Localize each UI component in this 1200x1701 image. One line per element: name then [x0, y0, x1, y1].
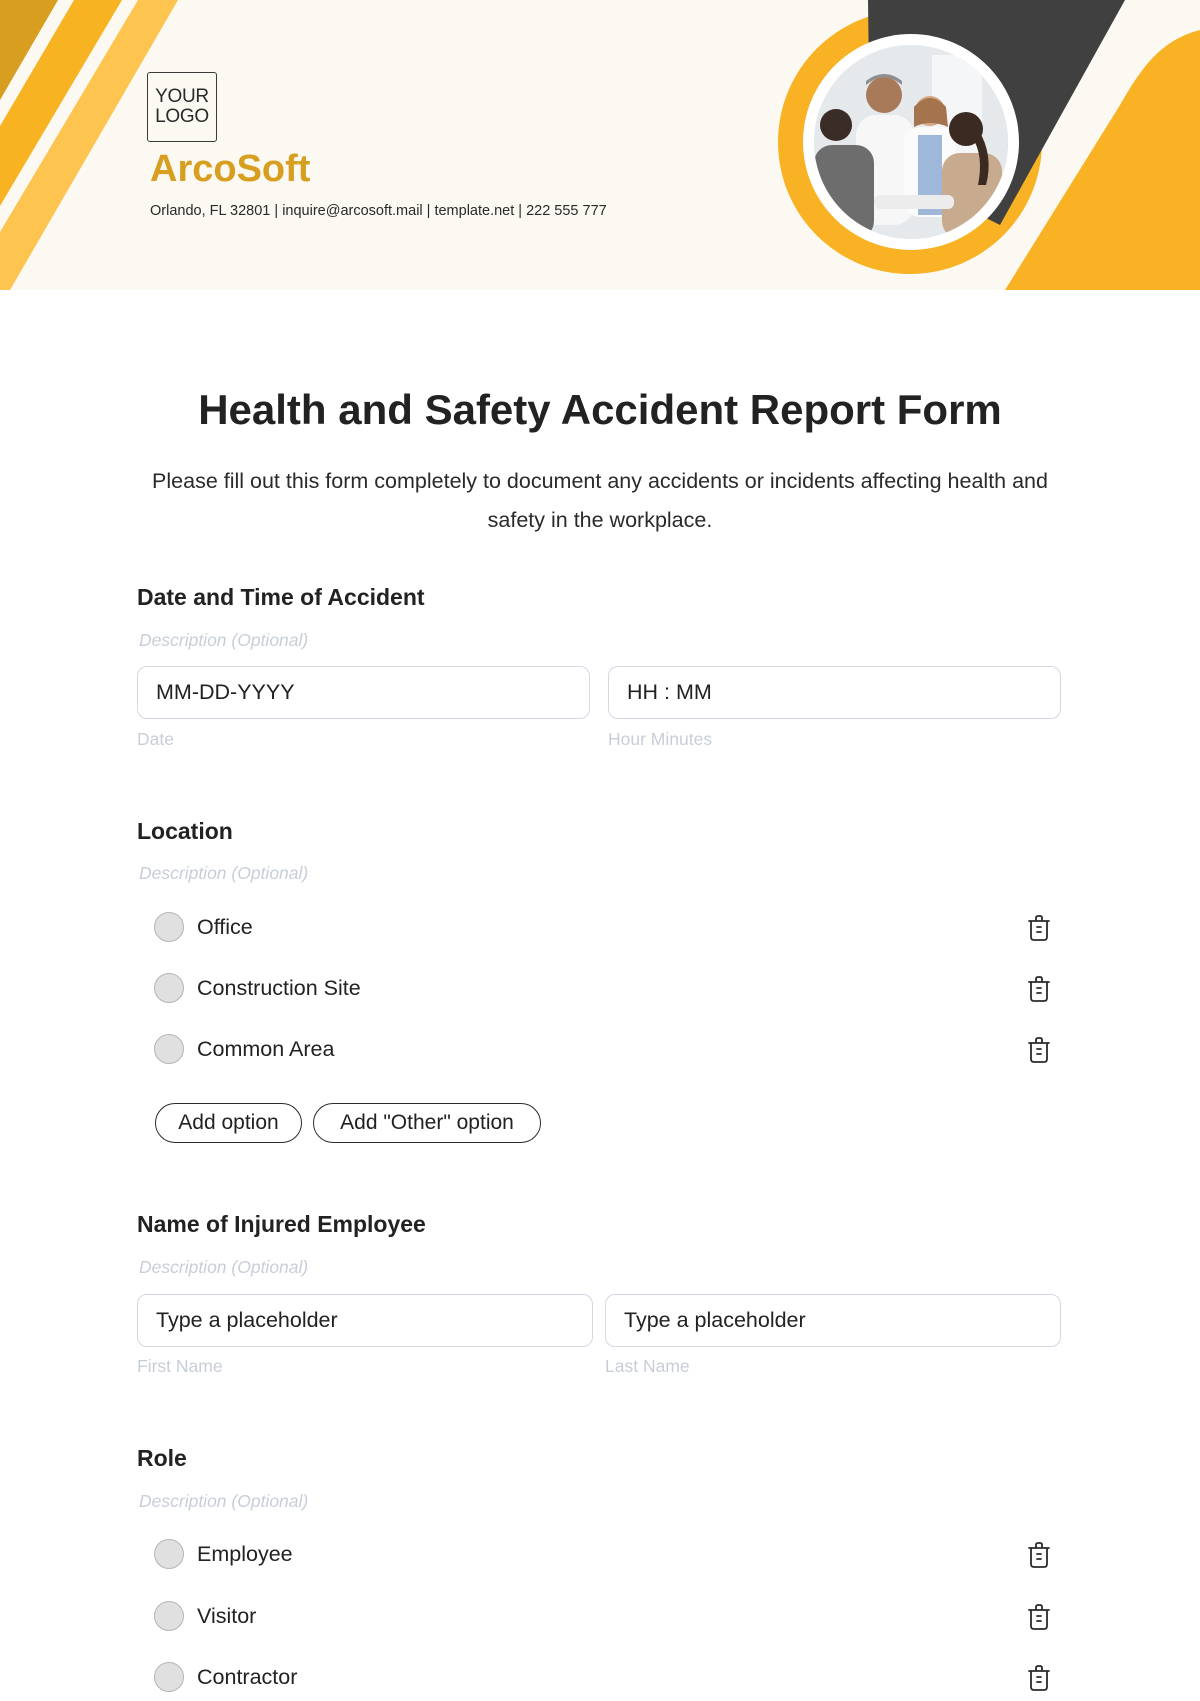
- radio-button[interactable]: [154, 1034, 184, 1064]
- role-option[interactable]: Contractor: [154, 1661, 1054, 1693]
- photo-image: [814, 45, 1008, 239]
- location-option[interactable]: Office: [154, 911, 1054, 943]
- trash-icon[interactable]: [1026, 975, 1052, 1003]
- location-option[interactable]: Construction Site: [154, 972, 1054, 1004]
- radio-button[interactable]: [154, 912, 184, 942]
- section-title-name[interactable]: Name of Injured Employee: [137, 1211, 426, 1238]
- trash-icon[interactable]: [1026, 914, 1052, 942]
- option-label[interactable]: Employee: [197, 1542, 293, 1567]
- contact-info: Orlando, FL 32801 | inquire@arcosoft.mai…: [150, 203, 607, 219]
- section-title-location[interactable]: Location: [137, 818, 233, 845]
- option-label[interactable]: Common Area: [197, 1037, 334, 1062]
- logo-text-line1: YOUR: [155, 86, 209, 107]
- radio-button[interactable]: [154, 1662, 184, 1692]
- brand-name: ArcoSoft: [150, 148, 311, 190]
- role-option[interactable]: Employee: [154, 1538, 1054, 1570]
- option-label[interactable]: Construction Site: [197, 976, 361, 1001]
- section-description-role[interactable]: Description (Optional): [139, 1491, 308, 1512]
- radio-button[interactable]: [154, 973, 184, 1003]
- section-description-datetime[interactable]: Description (Optional): [139, 630, 308, 651]
- trash-icon[interactable]: [1026, 1541, 1052, 1569]
- company-logo: YOUR LOGO: [147, 72, 217, 142]
- first-name-input[interactable]: Type a placeholder: [137, 1294, 593, 1347]
- header-banner: YOUR LOGO ArcoSoft Orlando, FL 32801 | i…: [0, 0, 1200, 290]
- add-option-button[interactable]: Add option: [155, 1103, 302, 1143]
- section-description-name[interactable]: Description (Optional): [139, 1257, 308, 1278]
- form-subtitle: Please fill out this form completely to …: [152, 469, 1048, 532]
- radio-button[interactable]: [154, 1601, 184, 1631]
- role-option[interactable]: Visitor: [154, 1600, 1054, 1632]
- trash-icon[interactable]: [1026, 1603, 1052, 1631]
- time-sublabel: Hour Minutes: [608, 729, 713, 749]
- last-name-input[interactable]: Type a placeholder: [605, 1294, 1061, 1347]
- header-decoration: [0, 0, 1200, 290]
- date-sublabel: Date: [137, 729, 174, 749]
- date-input[interactable]: MM-DD-YYYY: [137, 666, 590, 719]
- option-label[interactable]: Visitor: [197, 1604, 256, 1629]
- last-name-sublabel: Last Name: [605, 1356, 690, 1376]
- trash-icon[interactable]: [1026, 1664, 1052, 1692]
- form-title: Health and Safety Accident Report Form: [198, 386, 1002, 433]
- clinic-illustration: [814, 45, 1008, 239]
- section-title-role[interactable]: Role: [137, 1445, 187, 1472]
- logo-text-line2: LOGO: [155, 106, 209, 127]
- option-label[interactable]: Contractor: [197, 1665, 297, 1690]
- trash-icon[interactable]: [1026, 1036, 1052, 1064]
- option-label[interactable]: Office: [197, 915, 253, 940]
- time-input[interactable]: HH : MM: [608, 666, 1061, 719]
- location-option[interactable]: Common Area: [154, 1033, 1054, 1065]
- header-photo: [803, 34, 1019, 250]
- radio-button[interactable]: [154, 1539, 184, 1569]
- section-description-location[interactable]: Description (Optional): [139, 863, 308, 884]
- add-other-option-button[interactable]: Add "Other" option: [313, 1103, 541, 1143]
- section-title-datetime[interactable]: Date and Time of Accident: [137, 584, 425, 611]
- first-name-sublabel: First Name: [137, 1356, 223, 1376]
